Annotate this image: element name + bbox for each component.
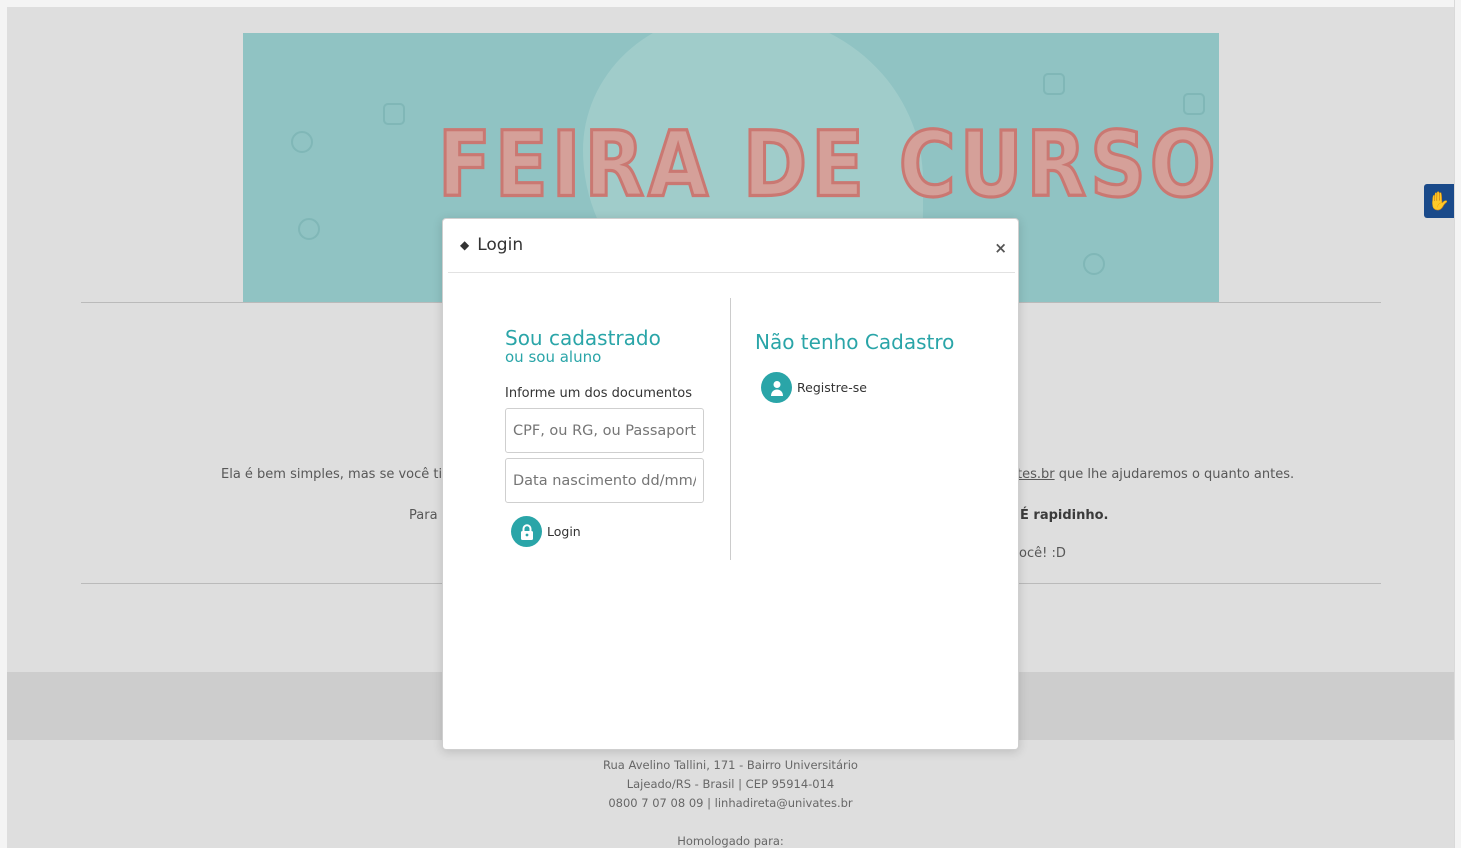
window-edge-left [0,0,7,848]
modal-header: ◆ Login × [448,219,1015,273]
document-input[interactable] [505,408,704,453]
modal-title: ◆ Login [460,235,523,255]
register-button[interactable]: Registre-se [761,372,995,403]
lock-icon [511,516,542,547]
scrollbar[interactable] [1454,0,1461,848]
modal-title-text: Login [477,235,524,255]
registered-heading: Sou cadastrado [505,326,661,350]
registered-subheading: ou sou aluno [505,348,602,366]
user-icon [761,372,792,403]
window-edge-top [0,0,1461,7]
unregistered-section: Não tenho Cadastro Registre-se [755,331,995,403]
register-label: Registre-se [797,380,867,395]
sort-icon: ◆ [460,238,470,252]
sign-language-icon: ✋ [1427,190,1451,212]
documents-label: Informe um dos documentos [505,386,692,401]
login-modal: ◆ Login × Sou cadastrado ou sou aluno In… [442,218,1019,750]
unregistered-heading: Não tenho Cadastro [755,330,955,354]
login-label: Login [547,524,581,539]
sign-language-button[interactable]: ✋ [1424,184,1454,218]
login-button[interactable]: Login [511,516,705,547]
registered-section: Sou cadastrado ou sou aluno Informe um d… [505,327,705,547]
birthdate-input[interactable] [505,458,704,503]
column-divider [730,298,731,560]
close-icon[interactable]: × [994,239,1007,257]
